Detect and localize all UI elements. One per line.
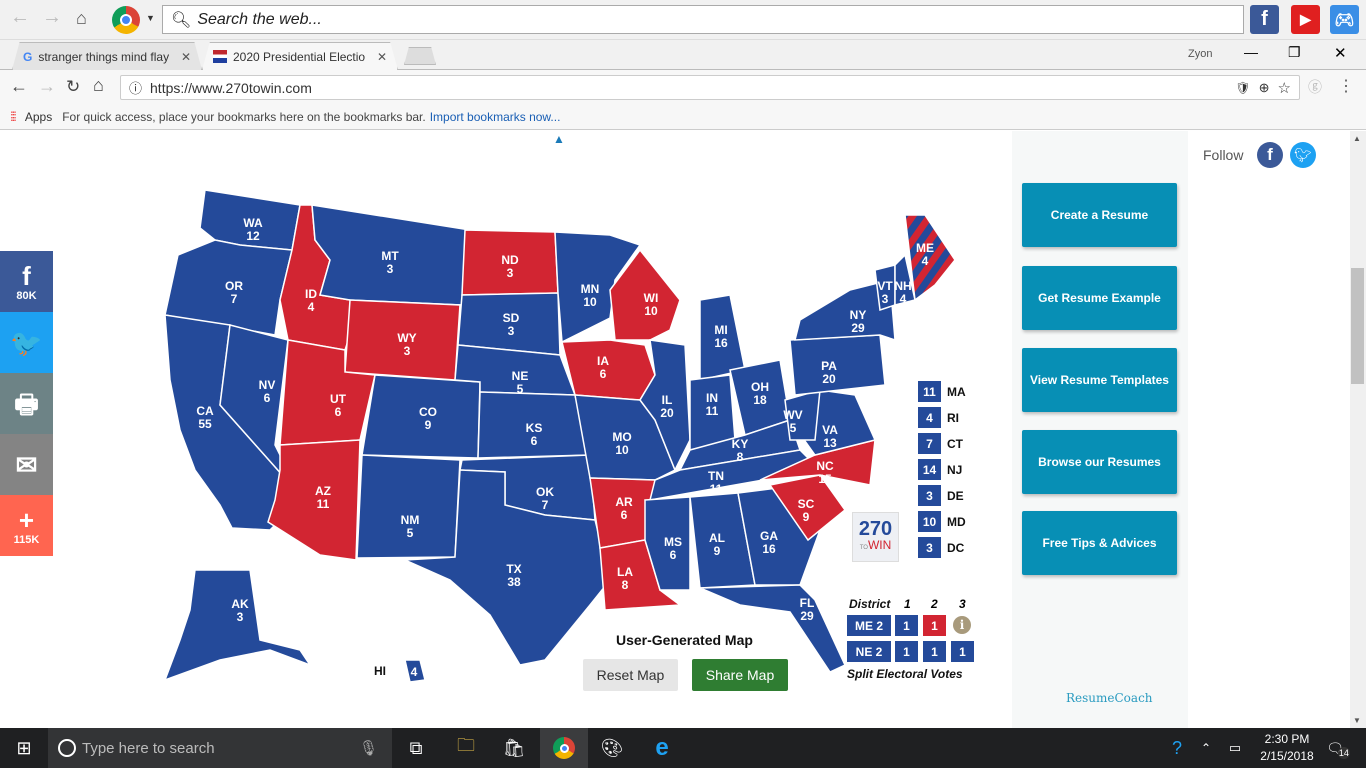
free-tips-button[interactable]: Free Tips & Advices [1022,511,1177,575]
state-az[interactable] [267,439,361,561]
state-label-in: IN 11 [706,391,719,418]
share-map-button[interactable]: Share Map [692,659,788,691]
help-icon[interactable]: ? [1162,728,1192,768]
state-label-tx: TX 38 [506,562,521,589]
extension-icon[interactable]: ⓖ [1308,77,1322,97]
scroll-down-icon[interactable]: ▼ [1353,716,1361,725]
reset-map-button[interactable]: Reset Map [583,659,678,691]
state-label-va: VA 13 [822,423,838,450]
paint-icon[interactable]: 🎨︎ [588,728,636,768]
small-state-label: RI [947,411,959,425]
scroll-up-icon[interactable]: ▲ [1353,134,1361,143]
small-state-md-box[interactable]: 10 [918,511,941,532]
internet-explorer-icon[interactable]: e [638,728,686,768]
bookmark-star-icon[interactable]: ☆ [1278,79,1291,97]
vertical-scrollbar[interactable] [1350,131,1366,728]
state-label-fl: FL 29 [800,596,815,623]
district-me2-label: ME 2 [847,615,891,636]
state-label-ny: NY 29 [850,308,867,335]
info-icon[interactable]: i [953,616,971,634]
district-vote-cell[interactable]: 1 [951,641,974,662]
view-resume-templates-button[interactable]: View Resume Templates [1022,348,1177,412]
small-state-de-box[interactable]: 3 [918,485,941,506]
clock[interactable]: 2:30 PM 2/15/2018 [1252,731,1322,765]
state-label-il: IL 20 [660,393,674,420]
microphone-icon[interactable]: 🎙︎ [359,739,378,757]
state-label-az: AZ 11 [315,484,331,511]
small-state-label: CT [947,437,963,451]
chrome-taskbar-icon[interactable] [540,728,588,768]
scrollbar-thumb[interactable] [1351,268,1364,384]
district-vote-cell[interactable]: 1 [923,615,946,636]
state-label-hi: HI [374,664,386,678]
small-state-label: DE [947,489,964,503]
cortana-icon [58,739,76,757]
follow-twitter-icon[interactable]: 🐦︎ [1290,142,1316,168]
zoom-icon[interactable]: ⊕ [1259,80,1270,96]
state-label-nc: NC 15 [816,459,834,486]
state-label-ca: CA 55 [196,404,214,431]
small-state-label: DC [947,541,965,555]
state-label-ga: GA 16 [760,529,778,556]
state-ia[interactable] [561,339,656,401]
profile-name[interactable]: Zyon [1188,48,1212,60]
windows-start-icon[interactable]: ⊞ [0,728,48,768]
small-state-label: MD [947,515,966,529]
show-hidden-icons-icon[interactable]: ⌃ [1196,728,1216,768]
state-ev-hi: 4 [411,665,418,679]
split-votes-caption: Split Electoral Votes [847,667,963,681]
games-app-icon[interactable]: 🎮︎ [1330,5,1359,34]
district-vote-cell[interactable]: 1 [923,641,946,662]
create-resume-button[interactable]: Create a Resume [1022,183,1177,247]
270towin-logo[interactable]: 270 TOWIN [852,512,899,562]
get-resume-example-button[interactable]: Get Resume Example [1022,266,1177,330]
close-window-icon[interactable]: ✕ [1334,44,1347,62]
taskbar-search[interactable]: Type here to search 🎙︎ [48,728,392,768]
browse-resumes-button[interactable]: Browse our Resumes [1022,430,1177,494]
small-state-nj-box[interactable]: 14 [918,459,941,480]
state-label-mn: MN 10 [581,282,600,309]
district-vote-cell[interactable]: 1 [895,615,918,636]
follow-label: Follow [1203,147,1244,163]
blocked-shield-icon[interactable]: 🛡︎ [1235,81,1250,95]
follow-facebook-icon[interactable]: f [1257,142,1283,168]
task-view-icon[interactable]: ⧉ [392,728,440,768]
small-state-dc-box[interactable]: 3 [918,537,941,558]
facebook-app-icon[interactable]: f [1250,5,1279,34]
file-explorer-icon[interactable]: 🗀 [442,728,490,768]
restore-icon[interactable]: ❐ [1288,44,1301,61]
small-state-ma-box[interactable]: 11 [918,381,941,402]
district-vote-cell[interactable]: 1 [895,641,918,662]
battery-icon[interactable]: ▭ [1222,728,1248,768]
youtube-app-icon[interactable]: ▶ [1291,5,1320,34]
map-title: User-Generated Map [616,632,753,648]
store-icon[interactable]: 🛍︎ [490,728,538,768]
small-state-ri-box[interactable]: 4 [918,407,941,428]
notification-center-icon[interactable]: 🗨︎ 14 [1318,728,1358,768]
state-label-tn: TN 11 [708,469,724,496]
menu-kebab-icon[interactable]: ⋮ [1338,76,1354,96]
state-label-wi: WI 10 [644,291,659,318]
state-label-oh: OH 18 [751,380,769,407]
small-state-label: MA [947,385,966,399]
small-state-ct-box[interactable]: 7 [918,433,941,454]
state-pa[interactable] [789,334,886,396]
small-state-label: NJ [947,463,963,477]
state-nm[interactable] [356,454,461,559]
state-ak[interactable] [163,569,312,682]
resumecoach-brand[interactable]: ResumeCoach [1066,691,1153,705]
state-label-pa: PA 20 [821,359,837,386]
district-header: District [849,597,891,611]
minimize-icon[interactable]: — [1244,44,1258,60]
district-ne2-label: NE 2 [847,641,891,662]
state-label-mi: MI 16 [714,323,728,350]
